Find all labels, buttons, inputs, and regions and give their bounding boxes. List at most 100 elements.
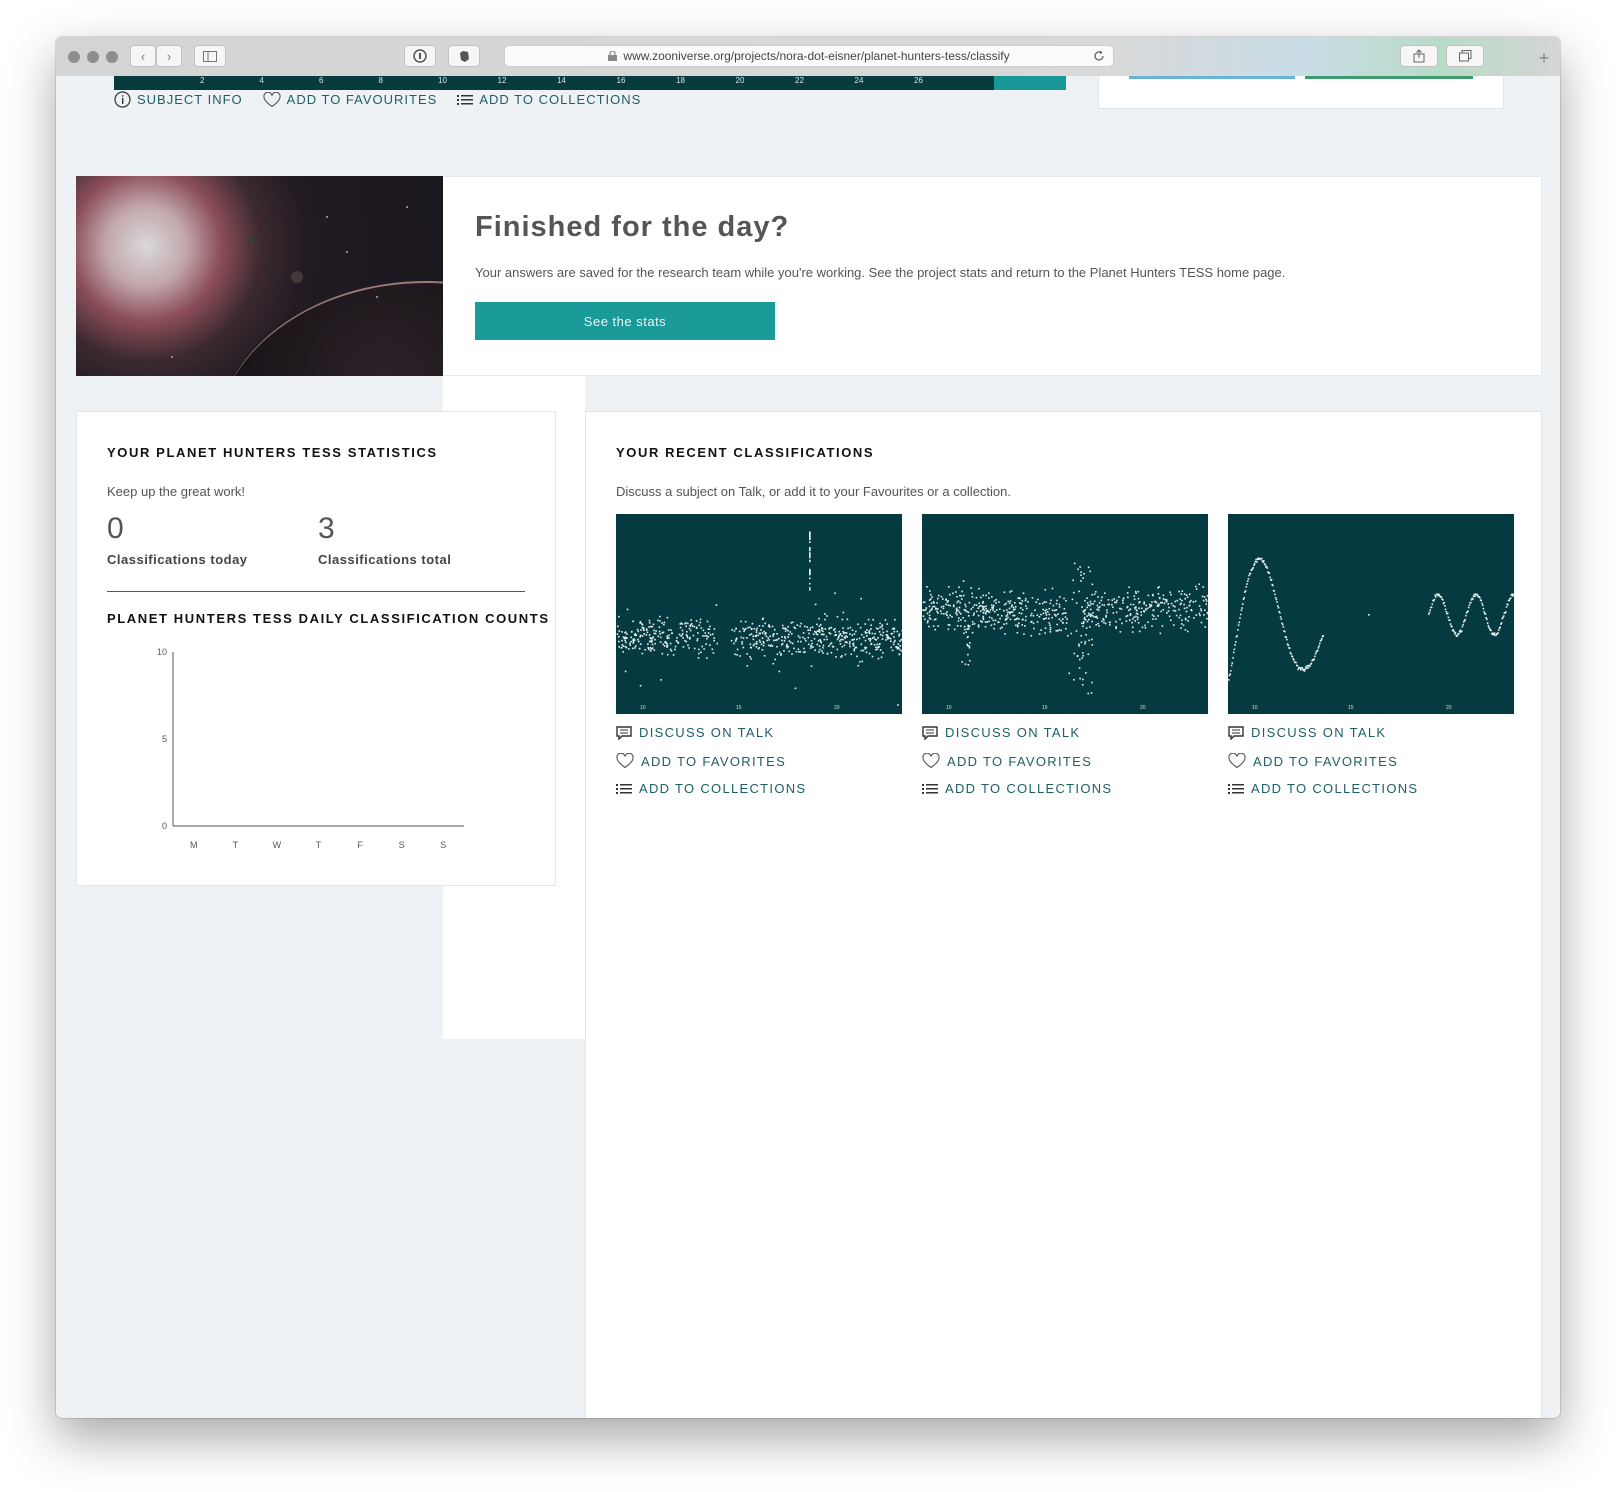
lightcurve-point <box>1078 643 1080 646</box>
lightcurve-point <box>1307 667 1309 669</box>
tabs-overview-button[interactable] <box>1446 45 1484 67</box>
lightcurve-point <box>1442 599 1444 601</box>
lightcurve-point <box>699 621 702 624</box>
lightcurve-point <box>1157 603 1160 606</box>
lightcurve-point <box>971 621 974 623</box>
lightcurve-point <box>1461 625 1464 628</box>
lightcurve-point <box>929 593 932 596</box>
lightcurve-point <box>1167 603 1170 605</box>
lightcurve-point <box>685 630 688 633</box>
add-to-favorites-link[interactable]: ADD TO FAVORITES <box>616 753 786 769</box>
lightcurve-point <box>1007 600 1010 603</box>
lightcurve-point <box>999 627 1002 630</box>
lightcurve-point <box>1090 603 1092 605</box>
lightcurve-point <box>762 617 764 620</box>
lightcurve-point <box>791 642 794 645</box>
lightcurve-point <box>1268 572 1271 575</box>
discuss-on-talk-link[interactable]: DISCUSS ON TALK <box>1228 725 1386 740</box>
evernote-extension-button[interactable] <box>448 45 480 67</box>
discuss-on-talk-link[interactable]: DISCUSS ON TALK <box>922 725 1080 740</box>
share-button[interactable] <box>1400 45 1438 67</box>
lightcurve-point <box>1071 598 1074 601</box>
task-button-green[interactable] <box>1305 76 1473 79</box>
lightcurve-point <box>681 623 684 625</box>
minimize-window-button[interactable] <box>87 51 99 63</box>
lightcurve-point <box>1017 622 1020 624</box>
lightcurve-point <box>1428 611 1431 614</box>
planet-shape <box>216 281 443 376</box>
lightcurve-point <box>897 643 900 645</box>
lightcurve-point <box>942 605 945 608</box>
lightcurve-point <box>1296 664 1299 667</box>
lightcurve-point <box>987 610 990 613</box>
lightcurve-point <box>973 604 976 606</box>
add-to-collections-link[interactable]: ADD TO COLLECTIONS <box>457 91 641 108</box>
lightcurve-point <box>778 670 781 673</box>
lightcurve-point <box>868 632 871 635</box>
forward-button[interactable]: › <box>156 45 182 67</box>
lightcurve-point <box>1085 633 1087 636</box>
lightcurve-point <box>760 629 762 631</box>
add-to-favorites-link[interactable]: ADD TO FAVORITES <box>1228 753 1398 769</box>
address-bar[interactable]: www.zooniverse.org/projects/nora-dot-eis… <box>504 45 1114 67</box>
new-tab-button[interactable]: + <box>1534 49 1554 69</box>
lightcurve-point <box>1277 605 1279 607</box>
lightcurve-point <box>1444 604 1446 607</box>
lightcurve-point <box>1088 614 1090 617</box>
lightcurve-point <box>641 652 644 655</box>
zoom-window-button[interactable] <box>106 51 118 63</box>
sidebar-toggle-button[interactable] <box>194 45 226 67</box>
lightcurve-point <box>967 615 970 617</box>
lightcurve-point <box>1467 610 1469 612</box>
lightcurve-point <box>822 652 824 654</box>
back-button[interactable]: ‹ <box>130 45 156 67</box>
lightcurve-point <box>781 636 783 638</box>
add-to-collections-link[interactable]: ADD TO COLLECTIONS <box>922 781 1112 796</box>
lightcurve-point <box>968 659 971 662</box>
lightcurve-point <box>687 644 689 647</box>
lightcurve-point <box>1105 616 1107 618</box>
recent-subject-thumbnail-1[interactable]: 10 15 20 <box>616 514 902 714</box>
recent-subject-thumbnail-2[interactable]: 10 15 20 <box>922 514 1208 714</box>
add-to-favorites-link[interactable]: ADD TO FAVORITES <box>922 753 1092 769</box>
lightcurve-point <box>966 643 968 646</box>
lightcurve-point <box>1126 606 1129 609</box>
lightcurve-point <box>870 624 872 627</box>
lightcurve-point <box>778 651 781 654</box>
subject-info-link[interactable]: SUBJECT INFO <box>114 91 243 108</box>
discuss-on-talk-link[interactable]: DISCUSS ON TALK <box>616 725 774 740</box>
close-window-button[interactable] <box>68 51 80 63</box>
statistics-heading: YOUR PLANET HUNTERS TESS STATISTICS <box>107 445 438 460</box>
task-button-blue[interactable] <box>1129 76 1295 79</box>
lightcurve-point <box>618 615 620 618</box>
lightcurve-point <box>877 637 879 639</box>
lightcurve-point <box>703 648 705 650</box>
add-to-collections-link[interactable]: ADD TO COLLECTIONS <box>1228 781 1418 796</box>
lightcurve-point <box>709 625 711 628</box>
lightcurve-point <box>985 611 987 614</box>
lightcurve-point <box>706 620 709 623</box>
see-the-stats-button[interactable]: See the stats <box>475 302 775 340</box>
lightcurve-point <box>773 633 775 635</box>
lightcurve-point <box>1302 668 1305 671</box>
lightcurve-point <box>826 652 829 655</box>
lightcurve-point <box>822 644 825 647</box>
recent-subject-thumbnail-3[interactable]: 10 15 20 <box>1228 514 1514 714</box>
password-extension-button[interactable] <box>404 45 436 67</box>
lightcurve-point <box>1178 590 1180 593</box>
lightcurve-point <box>659 620 661 622</box>
lightcurve-point <box>1322 635 1325 637</box>
lightcurve-point <box>1249 572 1252 575</box>
lightcurve-point <box>1486 622 1489 624</box>
lightcurve-point <box>955 607 958 610</box>
lightcurve-point <box>807 629 810 631</box>
add-to-collections-link[interactable]: ADD TO COLLECTIONS <box>616 781 806 796</box>
lightcurve-point <box>1129 613 1132 615</box>
lightcurve-point <box>1230 664 1233 667</box>
reload-icon[interactable] <box>1093 50 1105 62</box>
lightcurve-point <box>1080 634 1083 637</box>
add-to-favourites-label: ADD TO FAVOURITES <box>286 92 438 107</box>
add-to-favourites-link[interactable]: ADD TO FAVOURITES <box>263 91 438 108</box>
lightcurve-point <box>945 612 947 615</box>
lightcurve-point <box>846 641 848 644</box>
